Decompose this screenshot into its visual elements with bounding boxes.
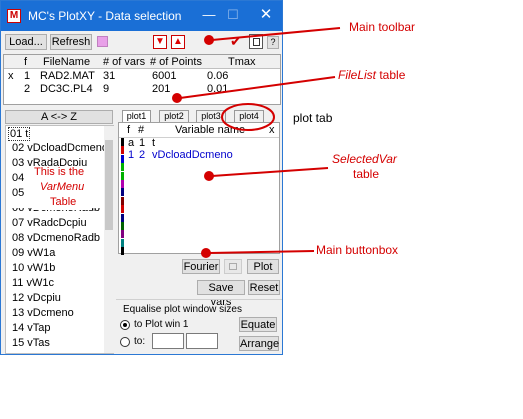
- buttonbox-arrow-line: [208, 250, 315, 254]
- selectedvar-arrow-line: [211, 167, 329, 177]
- annotation-main-toolbar: Main toolbar: [349, 20, 416, 34]
- annotation-filelist-suffix: table: [376, 68, 406, 82]
- selectedvar-arrow-dot: [204, 171, 214, 181]
- plot-tab-highlight: [221, 103, 275, 131]
- filelist-arrow-dot: [172, 93, 182, 103]
- annotation-selectedvar: SelectedVar: [332, 152, 397, 166]
- toolbar-arrow-line: [211, 27, 341, 41]
- annotation-filelist: FileList table: [338, 68, 405, 82]
- annotation-main-buttonbox: Main buttonbox: [316, 243, 399, 257]
- annotation-arrows: [172, 27, 341, 258]
- annotation-selectedvar-suffix: table: [353, 167, 380, 181]
- buttonbox-arrow-dot: [201, 248, 211, 258]
- annotation-filelist-name: FileList: [338, 68, 377, 82]
- toolbar-arrow-dot: [204, 35, 214, 45]
- annotation-plot-tab: plot tab: [293, 111, 333, 125]
- filelist-arrow-line: [179, 76, 336, 99]
